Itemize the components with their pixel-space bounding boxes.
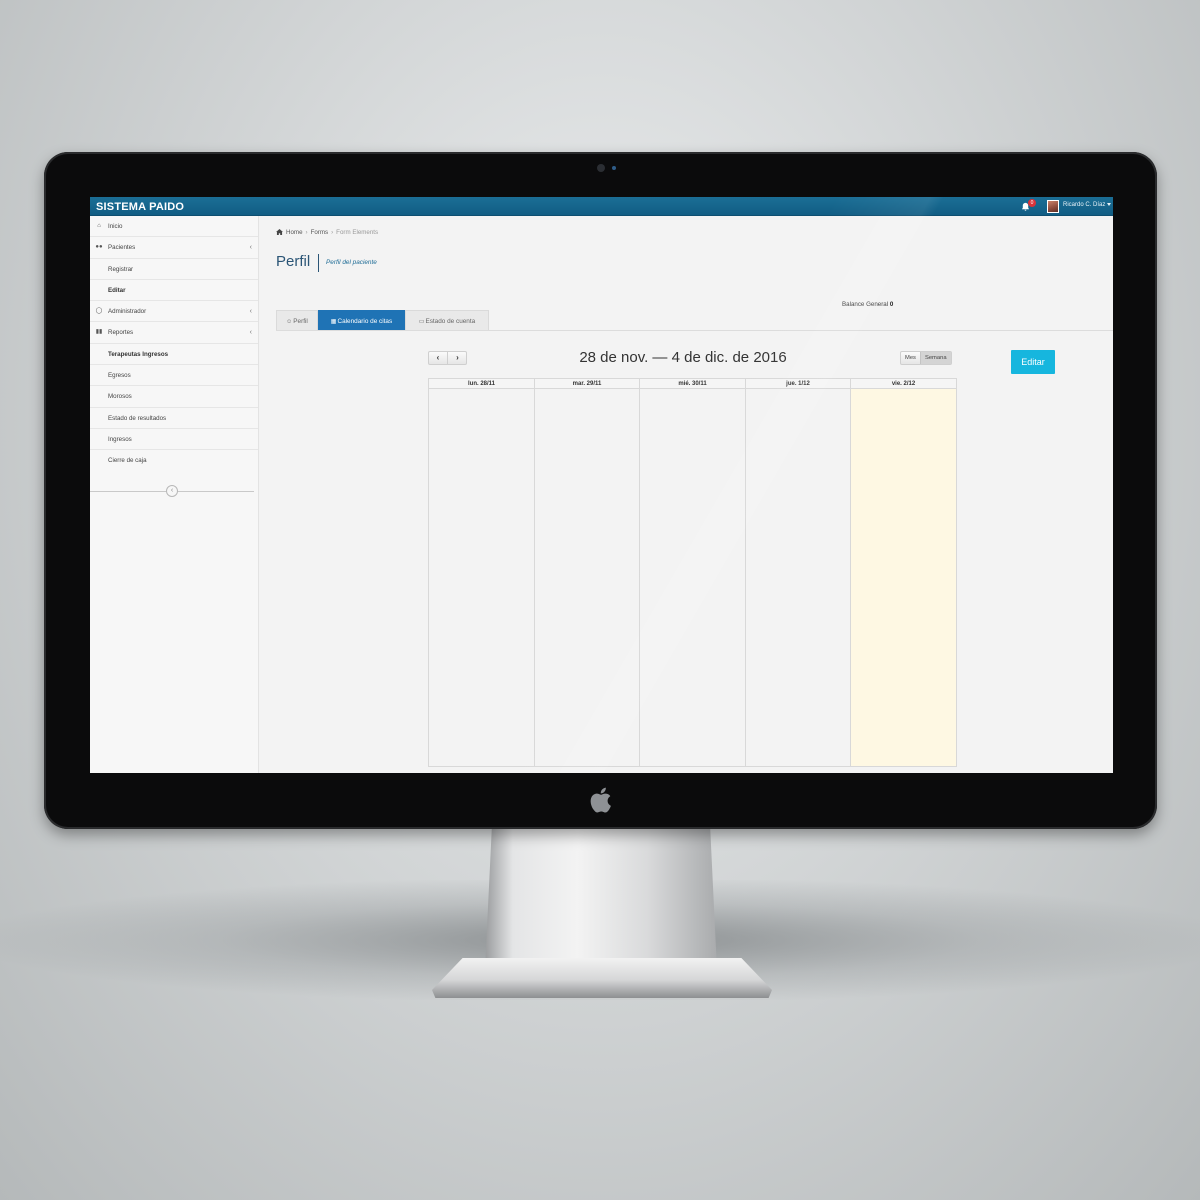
calendar-day-column[interactable]: mié. 30/11	[640, 379, 746, 766]
notification-badge: 0	[1028, 199, 1036, 207]
brand-logo[interactable]: SISTEMA PAIDO	[96, 201, 184, 213]
sidebar-item-estado-de-resultados[interactable]: Estado de resultados	[90, 408, 258, 429]
edit-button[interactable]: Editar	[1011, 350, 1055, 374]
tabs-divider	[276, 330, 1113, 331]
calendar-day-header: lun. 28/11	[429, 379, 534, 389]
calendar-icon: ▦	[330, 319, 337, 325]
chevron-left-icon[interactable]: ‹	[166, 485, 178, 497]
calendar-day-column-today[interactable]: vie. 2/12	[851, 379, 956, 766]
calendar-day-header: vie. 2/12	[851, 379, 956, 389]
chevron-left-icon: ‹	[436, 353, 440, 362]
top-navbar: SISTEMA PAIDO 0 Ricardo C. Díaz	[90, 197, 1113, 216]
balance-general: Balance General 0	[842, 301, 893, 308]
sidebar-item-label: Administrador	[108, 308, 147, 316]
breadcrumb: Home › Forms › Form Elements	[276, 229, 381, 236]
sidebar-item-inicio[interactable]: ⌂ Inicio	[90, 216, 258, 238]
bar-chart-icon: ▮▮	[95, 329, 103, 336]
sidebar-item-reportes[interactable]: ▮▮ Reportes ‹	[90, 322, 258, 344]
calendar-nav: ‹ ›	[428, 351, 467, 365]
view-week-button[interactable]: Semana	[919, 352, 951, 364]
sidebar-item-label: Cierre de caja	[108, 457, 147, 465]
sidebar-item-pacientes[interactable]: ●● Pacientes ‹	[90, 237, 258, 259]
home-icon: ⌂	[97, 223, 101, 229]
tab-label: Perfil	[293, 318, 308, 325]
calendar-prev-button[interactable]: ‹	[429, 352, 448, 364]
calendar-day-header: mar. 29/11	[535, 379, 639, 389]
sidebar-item-egresos[interactable]: Egresos	[90, 365, 258, 387]
chevron-right-icon: ›	[456, 353, 459, 362]
calendar-view-switch: Mes Semana	[900, 351, 952, 365]
monitor-stand-base	[432, 958, 772, 998]
apple-logo-icon	[590, 787, 611, 813]
calendar-day-column[interactable]: jue. 1/12	[746, 379, 851, 766]
balance-label: Balance General	[842, 301, 889, 308]
breadcrumb-separator: ›	[305, 229, 308, 236]
sidebar-item-label: Morosos	[108, 393, 132, 401]
tab-label: Calendario de citas	[337, 318, 393, 325]
calendar-day-header: mié. 30/11	[640, 379, 745, 389]
sidebar-item-label: Editar	[108, 286, 126, 294]
tab-calendario-de-citas[interactable]: ▦Calendario de citas	[318, 310, 405, 331]
unlock-icon: ◯	[95, 308, 103, 315]
home-icon	[276, 229, 283, 235]
sidebar-item-label: Registrar	[108, 265, 134, 273]
calendar-next-button[interactable]: ›	[448, 352, 467, 364]
user-icon: ☺	[286, 319, 293, 325]
sidebar-item-morosos[interactable]: Morosos	[90, 386, 258, 408]
view-month-button[interactable]: Mes	[901, 352, 920, 364]
sidebar-collapse-toggle[interactable]: ‹	[90, 484, 254, 498]
user-menu[interactable]: Ricardo C. Díaz	[1063, 202, 1112, 208]
camera-led	[612, 166, 616, 170]
sidebar: ⌂ Inicio ●● Pacientes ‹ Registrar Editar…	[90, 216, 259, 773]
monitor-stand	[485, 825, 717, 970]
chevron-left-icon: ‹	[249, 329, 252, 337]
calendar-grid: lun. 28/11 mar. 29/11 mié. 30/11 jue. 1/…	[428, 378, 957, 767]
calendar-title: 28 de nov. — 4 de dic. de 2016	[579, 349, 787, 366]
tab-estado-de-cuenta[interactable]: ▭Estado de cuenta	[405, 310, 489, 331]
page-subtitle: Perfil del paciente	[326, 259, 377, 266]
caret-down-icon	[1107, 202, 1112, 206]
calendar-day-column[interactable]: lun. 28/11	[429, 379, 535, 766]
credit-card-icon: ▭	[418, 319, 425, 325]
sidebar-item-label: Terapeutas Ingresos	[108, 350, 169, 358]
sidebar-item-label: Ingresos	[108, 435, 132, 443]
tab-perfil[interactable]: ☺Perfil	[276, 310, 318, 331]
user-name: Ricardo C. Díaz	[1063, 202, 1106, 208]
users-icon: ●●	[95, 244, 103, 251]
sidebar-item-label: Pacientes	[108, 244, 136, 252]
page-title: Perfil	[276, 253, 311, 270]
sidebar-item-registrar[interactable]: Registrar	[90, 259, 258, 280]
sidebar-item-label: Reportes	[108, 329, 134, 337]
breadcrumb-home[interactable]: Home	[286, 229, 303, 236]
balance-value: 0	[889, 301, 894, 308]
sidebar-item-label: Inicio	[108, 223, 123, 230]
chevron-left-icon: ‹	[249, 308, 252, 316]
sidebar-item-label: Egresos	[108, 372, 131, 380]
calendar-day-column[interactable]: mar. 29/11	[535, 379, 640, 766]
sidebar-item-administrador[interactable]: ◯ Administrador ‹	[90, 301, 258, 323]
sidebar-item-cierre-de-caja[interactable]: Cierre de caja	[90, 450, 258, 471]
chevron-left-icon: ‹	[249, 244, 252, 252]
tab-label: Estado de cuenta	[425, 318, 476, 325]
camera	[597, 164, 605, 172]
breadcrumb-current: Form Elements	[336, 229, 379, 236]
avatar[interactable]	[1047, 200, 1059, 213]
breadcrumb-separator: ›	[331, 229, 334, 236]
screen: SISTEMA PAIDO 0 Ricardo C. Díaz ⌂ Inicio…	[90, 197, 1113, 773]
sidebar-item-editar[interactable]: Editar	[90, 280, 258, 302]
calendar-day-header: jue. 1/12	[746, 379, 850, 389]
title-divider	[318, 254, 319, 272]
sidebar-item-ingresos[interactable]: Ingresos	[90, 429, 258, 451]
breadcrumb-forms[interactable]: Forms	[311, 229, 329, 236]
sidebar-item-label: Estado de resultados	[108, 414, 167, 422]
sidebar-item-terapeutas-ingresos[interactable]: Terapeutas Ingresos	[90, 344, 258, 366]
